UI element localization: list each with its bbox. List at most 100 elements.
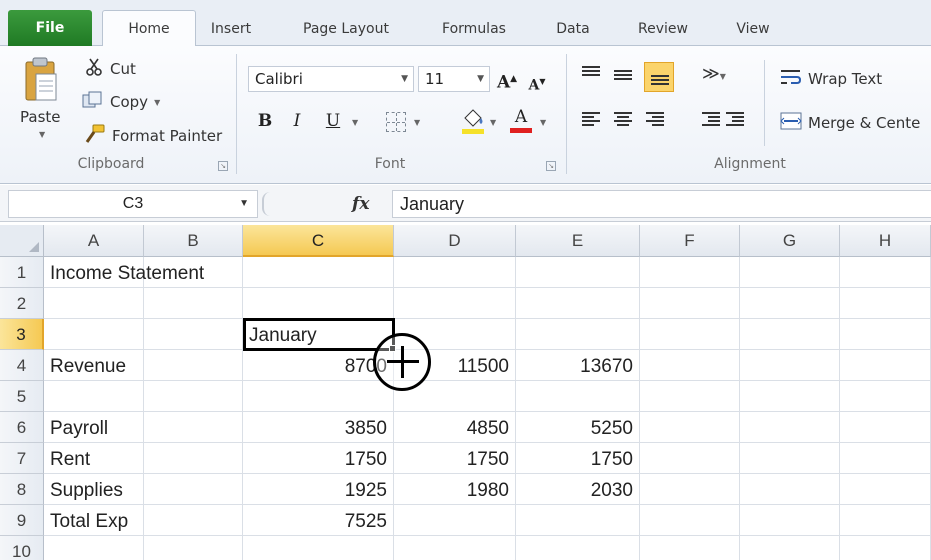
cell-h5[interactable] [840,381,931,412]
cell-e1[interactable] [516,257,640,288]
tab-data[interactable]: Data [544,17,602,41]
copy-dropdown-icon[interactable]: ▼ [154,98,160,107]
cell-a9[interactable]: Total Exp [44,505,144,536]
cell-a7[interactable]: Rent [44,443,144,474]
font-name-combo[interactable]: Calibri ▼ [248,66,414,92]
cell-h4[interactable] [840,350,931,381]
cell-c6[interactable]: 3850 [243,412,394,443]
paste-dropdown-icon[interactable]: ▼ [39,130,45,139]
cell-c9[interactable]: 7525 [243,505,394,536]
row-header-5[interactable]: 5 [0,381,44,412]
cell-g9[interactable] [740,505,840,536]
column-header-f[interactable]: F [640,225,740,257]
cell-a6[interactable]: Payroll [44,412,144,443]
decrease-indent-icon[interactable] [702,112,720,126]
cell-d10[interactable] [394,536,516,560]
cell-d8[interactable]: 1980 [394,474,516,505]
font-name-dropdown-icon[interactable]: ▼ [401,67,408,91]
grow-font-button[interactable]: A▲ [494,66,520,93]
font-color-dropdown-icon[interactable]: ▼ [540,118,546,127]
tab-file[interactable]: File [8,10,92,46]
align-right-icon[interactable] [646,112,664,126]
cell-f7[interactable] [640,443,740,474]
cell-a3[interactable] [44,319,144,350]
align-left-icon[interactable] [582,112,600,126]
cell-c4[interactable]: 8700 [243,350,394,381]
cell-e9[interactable] [516,505,640,536]
cell-a2[interactable] [44,288,144,319]
cell-a8[interactable]: Supplies [44,474,144,505]
copy-button[interactable]: Copy ▼ [82,91,160,113]
row-header-9[interactable]: 9 [0,505,44,536]
cell-d7[interactable]: 1750 [394,443,516,474]
cell-c7[interactable]: 1750 [243,443,394,474]
align-center-icon[interactable] [614,112,632,126]
borders-dropdown-icon[interactable]: ▼ [414,118,420,127]
cell-d9[interactable] [394,505,516,536]
paste-icon[interactable] [22,56,58,104]
cell-b7[interactable] [144,443,243,474]
cell-h3[interactable] [840,319,931,350]
cell-e6[interactable]: 5250 [516,412,640,443]
shrink-font-button[interactable]: A▼ [524,68,550,94]
formula-bar-resize-handle[interactable] [262,192,276,216]
cell-h10[interactable] [840,536,931,560]
cell-c8[interactable]: 1925 [243,474,394,505]
cell-c2[interactable] [243,288,394,319]
cell-e3[interactable] [516,319,640,350]
cut-button[interactable]: Cut [86,58,136,80]
font-color-button[interactable]: A [508,104,534,133]
orientation-icon[interactable]: ≫▼ [702,64,726,84]
tab-formulas[interactable]: Formulas [428,17,520,41]
cell-d6[interactable]: 4850 [394,412,516,443]
align-bottom-button[interactable] [644,62,674,92]
cell-b4[interactable] [144,350,243,381]
cell-g8[interactable] [740,474,840,505]
underline-dropdown-icon[interactable]: ▼ [352,118,358,127]
name-box[interactable]: C3 ▼ [8,190,258,218]
cell-f3[interactable] [640,319,740,350]
cell-g2[interactable] [740,288,840,319]
cell-g1[interactable] [740,257,840,288]
row-header-10[interactable]: 10 [0,536,44,560]
tab-page-layout[interactable]: Page Layout [288,17,404,41]
cell-e5[interactable] [516,381,640,412]
cell-h9[interactable] [840,505,931,536]
cell-h7[interactable] [840,443,931,474]
format-painter-button[interactable]: Format Painter [84,124,222,148]
cell-a5[interactable] [44,381,144,412]
cell-g3[interactable] [740,319,840,350]
cell-g4[interactable] [740,350,840,381]
cell-h2[interactable] [840,288,931,319]
column-header-d[interactable]: D [394,225,516,257]
column-header-g[interactable]: G [740,225,840,257]
cell-b10[interactable] [144,536,243,560]
wrap-text-button[interactable]: Wrap Text [780,68,882,90]
row-header-4[interactable]: 4 [0,350,44,381]
font-size-dropdown-icon[interactable]: ▼ [477,67,484,91]
column-header-c[interactable]: C [243,225,394,257]
name-box-dropdown-icon[interactable]: ▼ [239,191,249,217]
column-header-a[interactable]: A [44,225,144,257]
cell-b5[interactable] [144,381,243,412]
cell-c1[interactable] [243,257,394,288]
cell-f9[interactable] [640,505,740,536]
cell-a1[interactable]: Income Statement [44,257,204,288]
column-header-h[interactable]: H [840,225,931,257]
cell-h8[interactable] [840,474,931,505]
italic-button[interactable]: I [284,108,310,134]
cell-h1[interactable] [840,257,931,288]
cell-g5[interactable] [740,381,840,412]
cell-d2[interactable] [394,288,516,319]
font-launcher-icon[interactable]: ↘ [546,161,556,171]
cell-c5[interactable] [243,381,394,412]
row-header-8[interactable]: 8 [0,474,44,505]
formula-input[interactable]: January [392,190,931,218]
cell-b9[interactable] [144,505,243,536]
row-header-3[interactable]: 3 [0,319,44,350]
cell-b6[interactable] [144,412,243,443]
paste-button[interactable]: Paste [20,108,61,126]
column-header-b[interactable]: B [144,225,243,257]
column-header-e[interactable]: E [516,225,640,257]
tab-view[interactable]: View [722,17,784,41]
